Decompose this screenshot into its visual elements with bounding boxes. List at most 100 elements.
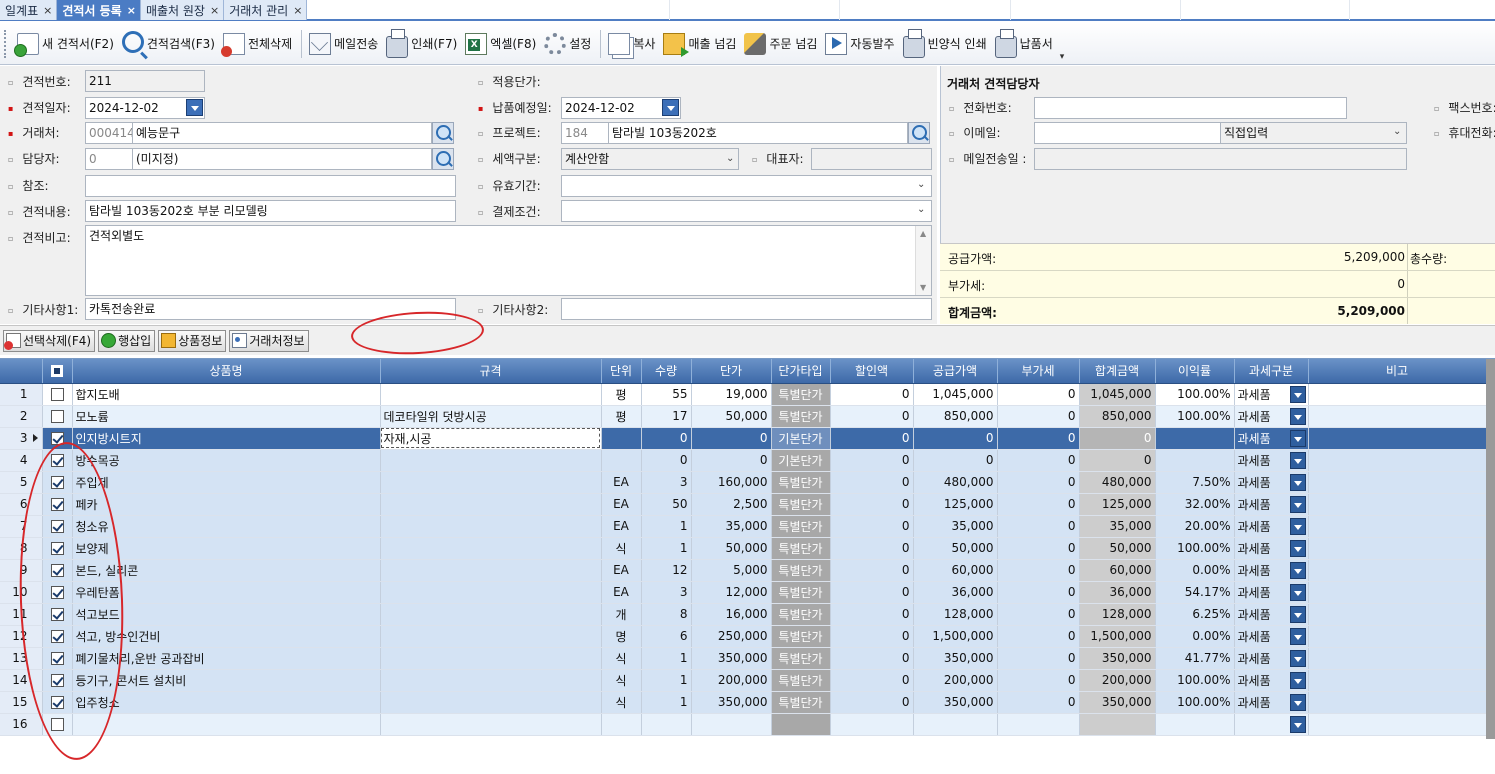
cell-vat[interactable]: 0 xyxy=(997,515,1080,538)
cell-spec[interactable] xyxy=(380,383,602,406)
cell-qty[interactable] xyxy=(641,713,692,736)
cell-supply[interactable]: 36,000 xyxy=(913,581,998,604)
cell-qty[interactable]: 1 xyxy=(641,647,692,670)
table-row[interactable]: 5 주입제 EA 3 160,000 특별단가 0 480,000 0 480,000 7.50% 과… xyxy=(0,471,1487,494)
cell-vat[interactable]: 0 xyxy=(997,669,1080,692)
tab-3[interactable]: 거래처 관리 × xyxy=(224,0,308,20)
col-header[interactable]: 부가세 xyxy=(997,359,1080,384)
cell-vat[interactable]: 0 xyxy=(997,603,1080,626)
cell-price[interactable]: 200,000 xyxy=(691,669,772,692)
chevron-down-icon[interactable]: ⌄ xyxy=(726,153,734,164)
cell-spec[interactable] xyxy=(380,449,602,472)
cell-spec[interactable] xyxy=(380,603,602,626)
table-row[interactable]: 8 보양제 식 1 50,000 특별단가 0 50,000 0 50,000 100.00% 과세품 xyxy=(0,537,1487,560)
cell-qty[interactable]: 1 xyxy=(641,669,692,692)
project-search-icon[interactable] xyxy=(908,122,930,144)
cell-vat[interactable]: 0 xyxy=(997,691,1080,714)
cell-name[interactable]: 모노륨 xyxy=(72,405,381,428)
copy-button[interactable]: 복사 xyxy=(605,29,658,59)
cell-total[interactable]: 1,045,000 xyxy=(1079,383,1156,406)
tax-dropdown-icon[interactable] xyxy=(1289,429,1306,447)
cell-memo[interactable] xyxy=(1308,669,1487,692)
chevron-down-icon[interactable]: ⌄ xyxy=(917,179,925,190)
tax-dropdown-icon[interactable] xyxy=(1289,671,1306,689)
cell-spec[interactable] xyxy=(380,471,602,494)
cell-ptype[interactable]: 특별단가 xyxy=(771,493,831,516)
cell-ptype[interactable]: 특별단가 xyxy=(771,537,831,560)
cell-price[interactable]: 50,000 xyxy=(691,405,772,428)
cell-vat[interactable]: 0 xyxy=(997,493,1080,516)
quote-date-dropdown-icon[interactable] xyxy=(186,99,203,116)
cell-tax[interactable]: 과세품 xyxy=(1234,625,1309,648)
row-checkbox[interactable] xyxy=(50,410,64,423)
cell-price[interactable]: 160,000 xyxy=(691,471,772,494)
cell-tax[interactable]: 과세품 xyxy=(1234,669,1309,692)
cell-disc[interactable]: 0 xyxy=(830,581,914,604)
close-icon[interactable]: × xyxy=(210,4,219,17)
cell-vat[interactable]: 0 xyxy=(997,449,1080,472)
cell-unit[interactable]: EA xyxy=(601,515,642,538)
grid-scrollbar[interactable] xyxy=(1486,359,1495,739)
cell-vat[interactable]: 0 xyxy=(997,471,1080,494)
cell-supply[interactable]: 50,000 xyxy=(913,537,998,560)
excel-button[interactable]: 엑셀(F8) xyxy=(462,29,539,59)
cell-disc[interactable]: 0 xyxy=(830,691,914,714)
cell-supply[interactable]: 1,045,000 xyxy=(913,383,998,406)
cell-spec[interactable] xyxy=(380,581,602,604)
settings-button[interactable]: 설정 xyxy=(541,29,594,59)
col-header[interactable]: 비고 xyxy=(1308,359,1487,384)
cell-ptype[interactable]: 특별단가 xyxy=(771,603,831,626)
search-quote-button[interactable]: 견적검색(F3) xyxy=(119,29,218,59)
table-row[interactable]: 11 석고보드 개 8 16,000 특별단가 0 128,000 0 128,000 6.25% 과… xyxy=(0,603,1487,626)
cell-total[interactable]: 200,000 xyxy=(1079,669,1156,692)
valid-select[interactable] xyxy=(561,175,932,197)
table-row[interactable]: 9 본드, 실리콘 EA 12 5,000 특별단가 0 60,000 0 60,000 0.00%… xyxy=(0,559,1487,582)
cell-vat[interactable]: 0 xyxy=(997,559,1080,582)
cell-qty[interactable]: 3 xyxy=(641,471,692,494)
cell-qty[interactable]: 1 xyxy=(641,515,692,538)
note-scrollbar[interactable]: ▲ ▼ xyxy=(915,226,931,295)
cell-disc[interactable]: 0 xyxy=(830,383,914,406)
cell-supply[interactable]: 350,000 xyxy=(913,647,998,670)
cell-name[interactable]: 페카 xyxy=(72,493,381,516)
cell-vat[interactable]: 0 xyxy=(997,647,1080,670)
cell-memo[interactable] xyxy=(1308,427,1487,450)
cell-margin[interactable] xyxy=(1155,427,1235,450)
cell-ptype[interactable]: 기본단가 xyxy=(771,449,831,472)
tab-1[interactable]: 견적서 등록 × xyxy=(57,0,141,20)
cell-margin[interactable] xyxy=(1155,449,1235,472)
cell-ptype[interactable] xyxy=(771,713,831,736)
cell-ptype[interactable]: 특별단가 xyxy=(771,559,831,582)
cell-unit[interactable]: 식 xyxy=(601,647,642,670)
cell-qty[interactable]: 55 xyxy=(641,383,692,406)
cell-tax[interactable]: 과세품 xyxy=(1234,647,1309,670)
cell-vat[interactable]: 0 xyxy=(997,625,1080,648)
cell-unit[interactable]: EA xyxy=(601,471,642,494)
cell-margin[interactable]: 54.17% xyxy=(1155,581,1235,604)
cell-margin[interactable]: 100.00% xyxy=(1155,405,1235,428)
cell-memo[interactable] xyxy=(1308,625,1487,648)
cell-name[interactable]: 방수목공 xyxy=(72,449,381,472)
cell-supply[interactable]: 1,500,000 xyxy=(913,625,998,648)
cell-supply[interactable]: 850,000 xyxy=(913,405,998,428)
cell-unit[interactable]: 식 xyxy=(601,537,642,560)
table-row[interactable]: 13 폐기물처리,운반 공과잡비 식 1 350,000 특별단가 0 350,000 0 350… xyxy=(0,647,1487,670)
scroll-up-icon[interactable]: ▲ xyxy=(920,229,926,238)
cell-disc[interactable]: 0 xyxy=(830,647,914,670)
project-name-field[interactable]: 탐라빌 103동202호 xyxy=(608,122,908,144)
delete-selected-button[interactable]: 선택삭제(F4) xyxy=(3,329,96,352)
cell-total[interactable]: 350,000 xyxy=(1079,647,1156,670)
tax-dropdown-icon[interactable] xyxy=(1289,627,1306,645)
note-textarea[interactable]: 견적외별도 xyxy=(85,225,932,296)
cell-supply[interactable]: 200,000 xyxy=(913,669,998,692)
cell-disc[interactable]: 0 xyxy=(830,669,914,692)
close-icon[interactable]: × xyxy=(127,4,136,17)
cell-margin[interactable]: 100.00% xyxy=(1155,691,1235,714)
etc2-field[interactable] xyxy=(561,298,932,320)
cell-price[interactable]: 16,000 xyxy=(691,603,772,626)
project-code-field[interactable]: 184 xyxy=(561,122,609,144)
cell-memo[interactable] xyxy=(1308,449,1487,472)
sales-transfer-button[interactable]: 매출 넘김 xyxy=(660,29,739,59)
manager-search-icon[interactable] xyxy=(432,148,454,170)
cell-memo[interactable] xyxy=(1308,537,1487,560)
